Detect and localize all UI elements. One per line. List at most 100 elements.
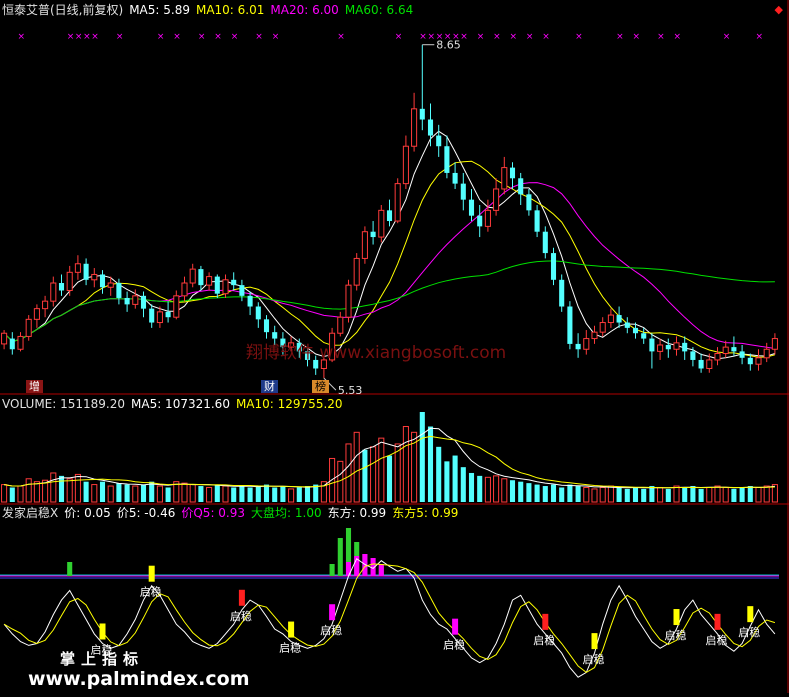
candle-body bbox=[526, 194, 532, 211]
volume-bar bbox=[460, 467, 466, 502]
indicator-magenta-bar bbox=[378, 564, 384, 576]
signal-cross-marker: × bbox=[542, 32, 550, 42]
signal-marker bbox=[747, 606, 754, 623]
volume-bar bbox=[567, 484, 573, 502]
signal-label: 启稳 bbox=[738, 625, 760, 639]
signal-cross-marker: × bbox=[18, 32, 26, 42]
indicator-header: 发家启稳X 价: 0.05 价5: -0.46 价Q5: 0.93 大盘均: 1.00 东… bbox=[2, 506, 464, 520]
candle-body bbox=[591, 331, 598, 340]
signal-marker bbox=[591, 633, 598, 650]
candle-body bbox=[386, 210, 393, 222]
volume-bar bbox=[189, 484, 196, 503]
volume-bar bbox=[501, 478, 508, 503]
watermark-zhang: 掌上指标 bbox=[60, 650, 145, 668]
volume-bar bbox=[427, 426, 434, 502]
candle-body bbox=[124, 297, 130, 305]
ma20-value: MA20: 6.00 bbox=[270, 3, 339, 17]
signal-cross-marker: × bbox=[214, 32, 222, 42]
candle-body bbox=[771, 338, 778, 350]
indicator-green-bar bbox=[337, 538, 343, 576]
volume-bar bbox=[239, 486, 245, 502]
candle-body bbox=[156, 311, 163, 324]
volume-bar bbox=[632, 487, 639, 502]
candle-body bbox=[477, 215, 483, 227]
candle-body bbox=[189, 268, 196, 284]
low-label: 5.53 bbox=[338, 384, 363, 397]
price-title: 恒泰艾普(日线,前复权) bbox=[2, 3, 124, 17]
candle-body bbox=[747, 357, 753, 365]
volume-bar bbox=[58, 475, 65, 502]
signal-marker bbox=[714, 613, 721, 630]
signal-label: 启稳 bbox=[665, 628, 687, 642]
close-icon[interactable]: ◆ bbox=[775, 3, 783, 16]
volume-bar bbox=[673, 485, 680, 503]
volume-bar bbox=[616, 487, 622, 502]
volume-bar bbox=[682, 487, 688, 502]
candle-body bbox=[427, 119, 434, 136]
volume-bar bbox=[559, 487, 565, 502]
signal-label: 启稳 bbox=[140, 585, 162, 599]
volume-bar bbox=[484, 476, 491, 503]
candle-body bbox=[378, 209, 385, 238]
candle-body bbox=[132, 295, 139, 305]
signal-marker bbox=[673, 609, 680, 626]
candle-body bbox=[1, 332, 8, 345]
candle-body bbox=[583, 338, 590, 350]
volume-bar bbox=[206, 486, 213, 503]
candle-body bbox=[493, 188, 500, 211]
signal-label: 启稳 bbox=[230, 609, 252, 623]
volume-bar bbox=[198, 486, 204, 502]
volume-bar bbox=[386, 455, 393, 502]
volume-bar bbox=[370, 446, 377, 503]
volume-bar bbox=[255, 486, 261, 502]
volume-bar bbox=[649, 486, 655, 502]
candle-body bbox=[91, 273, 98, 281]
ind-jiaq5: 价Q5: 0.93 bbox=[181, 506, 246, 520]
signal-marker bbox=[148, 565, 155, 582]
candle-body bbox=[682, 342, 688, 352]
signal-cross-marker: × bbox=[452, 32, 460, 42]
volume-bar bbox=[1, 484, 8, 503]
volume-bar bbox=[296, 487, 302, 502]
signal-cross-marker: × bbox=[419, 32, 427, 42]
volume-ma5: MA5: 107321.60 bbox=[131, 397, 230, 411]
candle-body bbox=[665, 344, 671, 350]
candle-body bbox=[731, 347, 737, 352]
candle-body bbox=[402, 145, 409, 185]
volume-bar bbox=[419, 412, 425, 502]
signal-cross-marker: × bbox=[657, 32, 665, 42]
volume-bar bbox=[25, 478, 32, 503]
candle-body bbox=[58, 283, 65, 291]
candle-body bbox=[755, 357, 762, 365]
candle-body bbox=[567, 306, 573, 344]
signal-cross-marker: × bbox=[723, 32, 731, 42]
indicator-name: 发家启稳X bbox=[2, 506, 59, 520]
volume-bar bbox=[231, 487, 237, 502]
candle-body bbox=[542, 231, 548, 254]
volume-bar bbox=[518, 481, 524, 502]
volume-bar bbox=[624, 488, 630, 502]
volume-bar bbox=[329, 457, 336, 503]
volume-bar bbox=[731, 488, 737, 502]
volume-bar bbox=[140, 484, 147, 502]
signal-label: 启稳 bbox=[320, 623, 342, 637]
candle-body bbox=[33, 308, 40, 320]
tag-cai: 财 bbox=[261, 380, 278, 393]
ind-dongfang5: 东方5: 0.99 bbox=[392, 506, 459, 520]
signal-cross-marker: × bbox=[510, 32, 518, 42]
candle-body bbox=[9, 338, 15, 350]
ma5-value: MA5: 5.89 bbox=[129, 3, 190, 17]
ind-dapan: 大盘均: 1.00 bbox=[251, 506, 322, 520]
volume-bar bbox=[222, 485, 229, 503]
signal-cross-marker: × bbox=[616, 32, 624, 42]
volume-ma10: MA10: 129755.20 bbox=[235, 397, 343, 411]
candle-body bbox=[222, 279, 229, 295]
signal-label: 启稳 bbox=[583, 652, 605, 666]
candle-body bbox=[673, 342, 680, 350]
candle-body bbox=[66, 271, 73, 291]
signal-cross-marker: × bbox=[91, 32, 99, 42]
volume-bar bbox=[181, 482, 188, 503]
volume-bar bbox=[9, 487, 15, 502]
signal-marker bbox=[452, 618, 459, 635]
signal-cross-marker: × bbox=[116, 32, 124, 42]
